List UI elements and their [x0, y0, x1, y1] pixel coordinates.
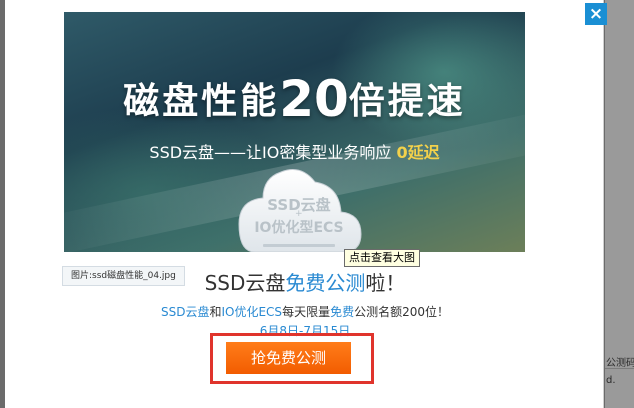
background-page-text: d.	[606, 375, 616, 386]
desc-text: 公测名额200位！	[354, 305, 449, 319]
banner-title: 磁盘性能20倍提速	[64, 70, 525, 128]
desc-text: 每天限量	[282, 305, 331, 319]
view-large-image-tooltip: 点击查看大图	[344, 249, 420, 267]
banner-title-prefix: 磁盘性能	[123, 81, 280, 122]
promo-modal: 磁盘性能20倍提速 SSD云盘——让IO密集型业务响应 0延迟 SSD云盘 + …	[5, 0, 604, 408]
banner-title-suffix: 倍提速	[348, 81, 466, 122]
promo-description: SSD云盘和IO优化ECS每天限量免费公测名额200位！	[115, 303, 495, 320]
desc-ssd-link: SSD云盘	[160, 305, 210, 319]
banner-subtitle: SSD云盘——让IO密集型业务响应 0延迟	[64, 139, 525, 163]
headline-suffix: 啦！	[365, 271, 406, 295]
free-trial-button[interactable]: 抢免费公测	[226, 342, 351, 374]
banner-title-number: 20	[279, 70, 349, 128]
desc-ecs-link: IO优化ECS	[221, 305, 283, 319]
close-icon[interactable]: ×	[585, 3, 607, 25]
desc-free: 免费	[330, 305, 355, 319]
background-page-panel	[605, 0, 634, 408]
cloud-graphic: SSD云盘 + IO优化型ECS	[235, 162, 363, 252]
promo-banner-image[interactable]: 磁盘性能20倍提速 SSD云盘——让IO密集型业务响应 0延迟 SSD云盘 + …	[64, 12, 525, 252]
cloud-label-ecs: IO优化型ECS	[254, 220, 344, 236]
promo-headline: SSD云盘免费公测啦！	[155, 267, 455, 296]
background-page-text: 公测码	[606, 358, 634, 369]
headline-product: SSD云盘	[204, 271, 286, 295]
banner-subtitle-main: SSD云盘——让IO密集型业务响应	[149, 143, 392, 162]
banner-subtitle-accent: 0延迟	[396, 143, 440, 162]
desc-text: 和	[209, 305, 222, 319]
background-divider	[605, 368, 634, 369]
headline-free-trial: 免费公测	[285, 271, 366, 295]
